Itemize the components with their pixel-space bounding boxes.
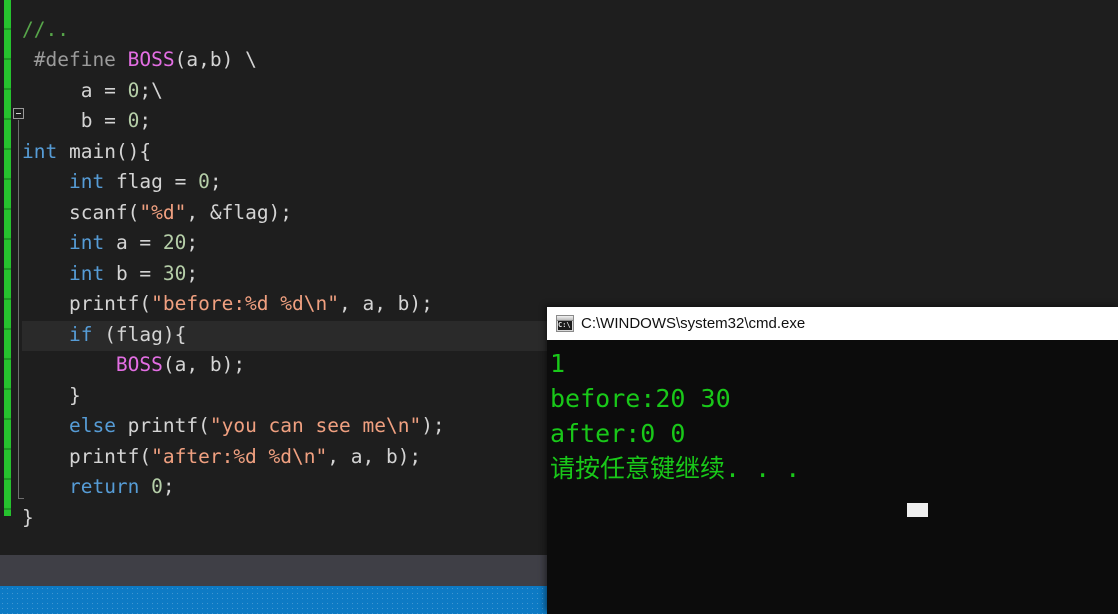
code-token-plain: );	[421, 414, 445, 437]
code-line-13: else printf("you can see me\n");	[22, 411, 445, 442]
code-line-2: a = 0;\	[22, 76, 445, 107]
code-token-plain: ;	[186, 231, 199, 254]
code-token-string: "after:%d %d\n"	[151, 444, 328, 468]
code-token-plain: (a, b);	[162, 353, 246, 376]
code-token-keyword-int: int	[68, 261, 105, 285]
change-tracking-bar	[4, 0, 11, 516]
cmd-icon-screen: C:\.	[558, 321, 572, 330]
code-token-plain: ;	[162, 475, 175, 498]
code-token-plain: printf(	[22, 444, 152, 468]
code-token-continuation: \	[245, 48, 257, 71]
console-window[interactable]: C:\. C:\WINDOWS\system32\cmd.exe 1 befor…	[547, 307, 1118, 614]
cmd-icon: C:\.	[556, 315, 574, 332]
code-line-10: if (flag){	[22, 320, 445, 351]
code-line-15: return 0;	[22, 472, 445, 503]
code-line-8: int b = 30;	[22, 259, 445, 290]
code-token-punct: )	[221, 48, 246, 71]
code-token-string: "%d"	[139, 200, 187, 224]
code-token-preprocessor: #define	[22, 48, 128, 71]
code-token-punct: (	[174, 48, 187, 71]
code-line-7: int a = 20;	[22, 228, 445, 259]
code-token-comment: //..	[22, 17, 69, 41]
code-token-keyword-int: int	[68, 170, 105, 193]
code-token-plain: ;	[186, 261, 199, 285]
code-token-plain: ;	[209, 170, 222, 193]
code-line-3: b = 0;	[22, 106, 445, 137]
code-token-plain: a =	[22, 78, 128, 102]
code-token-plain: b =	[22, 109, 128, 132]
code-token-param-a: a	[186, 48, 199, 71]
code-line-12: }	[22, 381, 445, 412]
code-token-number: 30	[162, 261, 187, 285]
code-token-plain: printf(	[22, 292, 152, 315]
code-token-number: 0	[198, 170, 210, 193]
code-token-param-b: b	[209, 48, 222, 71]
code-token-plain: , &flag);	[186, 200, 293, 224]
code-token-keyword-if: if	[68, 322, 93, 346]
code-token-number: 0	[151, 475, 163, 498]
code-token-plain: b =	[104, 261, 163, 285]
code-token-plain: flag =	[104, 170, 199, 193]
code-token-plain: scanf(	[22, 200, 140, 224]
console-cursor	[907, 503, 928, 517]
code-token-plain: ;\	[139, 78, 163, 102]
code-token-plain: , a, b);	[338, 292, 433, 315]
code-token-string: "you can see me\n"	[209, 414, 422, 437]
console-line-3: 请按任意键继续. . .	[550, 454, 801, 483]
console-line-0: 1	[550, 349, 566, 378]
code-token-plain: ;	[139, 109, 152, 132]
code-token-macro-name: BOSS	[127, 48, 175, 71]
console-line-1: before:20 30	[550, 384, 731, 413]
code-line-0: //..	[22, 15, 445, 46]
code-token-number: 20	[162, 231, 187, 254]
console-line-2: after:0 0	[550, 419, 686, 448]
code-token-plain: a =	[104, 231, 163, 254]
code-line-5: int flag = 0;	[22, 167, 445, 198]
code-token-keyword-return: return	[68, 475, 140, 498]
code-token-keyword-int: int	[68, 231, 105, 254]
code-token-plain: main(){	[57, 139, 152, 163]
code-token-plain: }	[22, 383, 81, 407]
code-token-keyword-else: else	[68, 414, 116, 437]
code-token-plain: }	[22, 505, 34, 529]
code-token-keyword-int: int	[22, 139, 58, 163]
code-line-14: printf("after:%d %d\n", a, b);	[22, 442, 445, 473]
code-line-11: BOSS(a, b);	[22, 350, 445, 381]
code-token-plain: , a, b);	[327, 444, 422, 468]
console-title-bar[interactable]: C:\. C:\WINDOWS\system32\cmd.exe	[547, 307, 1118, 340]
code-line-6: scanf("%d", &flag);	[22, 198, 445, 229]
code-line-16: }	[22, 503, 445, 534]
code-line-1: #define BOSS(a,b) \	[22, 45, 445, 76]
code-token-punct: ,	[198, 48, 210, 71]
code-token-plain: printf(	[115, 414, 210, 437]
code-token-plain: (flag){	[92, 322, 187, 346]
code-line-9: printf("before:%d %d\n", a, b);	[22, 289, 445, 320]
code-token-number: 0	[127, 78, 140, 102]
console-output-area[interactable]: 1 before:20 30 after:0 0 请按任意键继续. . .	[547, 340, 1118, 614]
code-token-number: 0	[127, 109, 140, 132]
console-title-text: C:\WINDOWS\system32\cmd.exe	[581, 315, 806, 332]
fold-guide-line	[18, 120, 24, 499]
code-line-4: int main(){	[22, 137, 445, 168]
code-token-string: "before:%d %d\n"	[151, 292, 339, 315]
code-text[interactable]: //.. #define BOSS(a,b) \ a = 0;\ b = 0; i…	[22, 0, 445, 555]
code-token-macro-call: BOSS	[115, 353, 163, 376]
